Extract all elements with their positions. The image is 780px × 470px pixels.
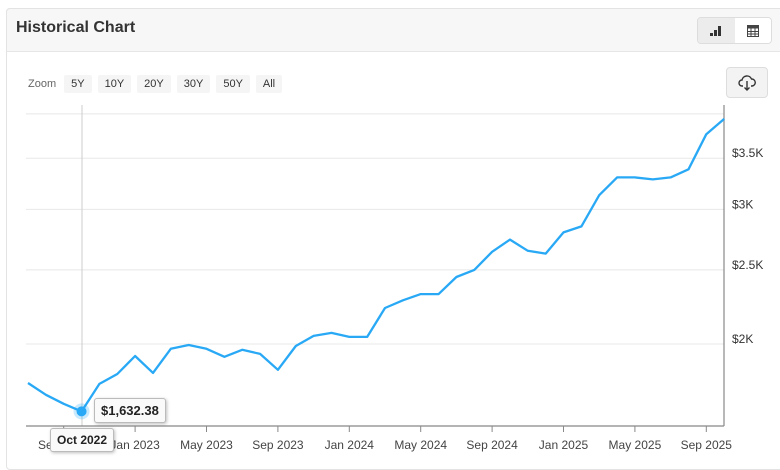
data-point: [454, 275, 458, 279]
data-point: [526, 249, 530, 253]
tooltip-date: Oct 2022: [50, 428, 115, 452]
data-point: [365, 335, 369, 339]
x-tick-label: Jan 2024: [325, 438, 375, 452]
data-point: [312, 334, 316, 338]
data-point: [240, 348, 244, 352]
data-point: [258, 352, 262, 356]
data-point: [437, 292, 441, 296]
data-point: [704, 132, 708, 136]
data-point: [97, 382, 101, 386]
data-point: [472, 268, 476, 272]
x-tick-label: May 2024: [394, 438, 447, 452]
x-tick-label: Jan 2025: [539, 438, 589, 452]
x-tick-label: Sep 2024: [466, 438, 518, 452]
data-point: [151, 371, 155, 375]
data-point: [633, 175, 637, 179]
data-point: [597, 193, 601, 197]
data-point: [187, 343, 191, 347]
x-tick-label: May 2025: [609, 438, 662, 452]
x-tick-label: May 2023: [180, 438, 233, 452]
data-point: [722, 117, 726, 121]
data-point: [294, 344, 298, 348]
data-point: [276, 368, 280, 372]
data-point: [205, 347, 209, 351]
price-series-line: [27, 118, 725, 413]
data-point: [222, 355, 226, 359]
data-point: [133, 354, 137, 358]
y-tick-label: $3.5K: [732, 146, 763, 160]
y-tick-label: $3K: [732, 197, 753, 211]
data-point: [329, 331, 333, 335]
data-point: [347, 335, 351, 339]
tooltip-value: $1,632.38: [94, 398, 166, 423]
data-point: [490, 250, 494, 254]
data-point: [651, 177, 655, 181]
line-chart: Sep 2022Jan 2023May 2023Sep 2023Jan 2024…: [26, 105, 763, 452]
x-tick-label: Jan 2023: [110, 438, 160, 452]
data-point: [62, 402, 66, 406]
data-point: [26, 381, 30, 385]
data-point: [115, 372, 119, 376]
data-point: [579, 224, 583, 228]
data-point: [544, 252, 548, 256]
highlighted-data-point: [76, 406, 87, 417]
y-tick-label: $2.5K: [732, 258, 763, 272]
data-point: [419, 292, 423, 296]
data-point: [169, 347, 173, 351]
y-tick-label: $2K: [732, 332, 753, 346]
data-point: [401, 298, 405, 302]
x-tick-label: Sep 2023: [252, 438, 304, 452]
x-tick-label: Sep 2025: [681, 438, 733, 452]
data-point: [562, 230, 566, 234]
data-point: [669, 175, 673, 179]
data-point: [615, 175, 619, 179]
data-point: [508, 238, 512, 242]
data-point: [44, 393, 48, 397]
data-point: [686, 167, 690, 171]
data-point: [383, 306, 387, 310]
